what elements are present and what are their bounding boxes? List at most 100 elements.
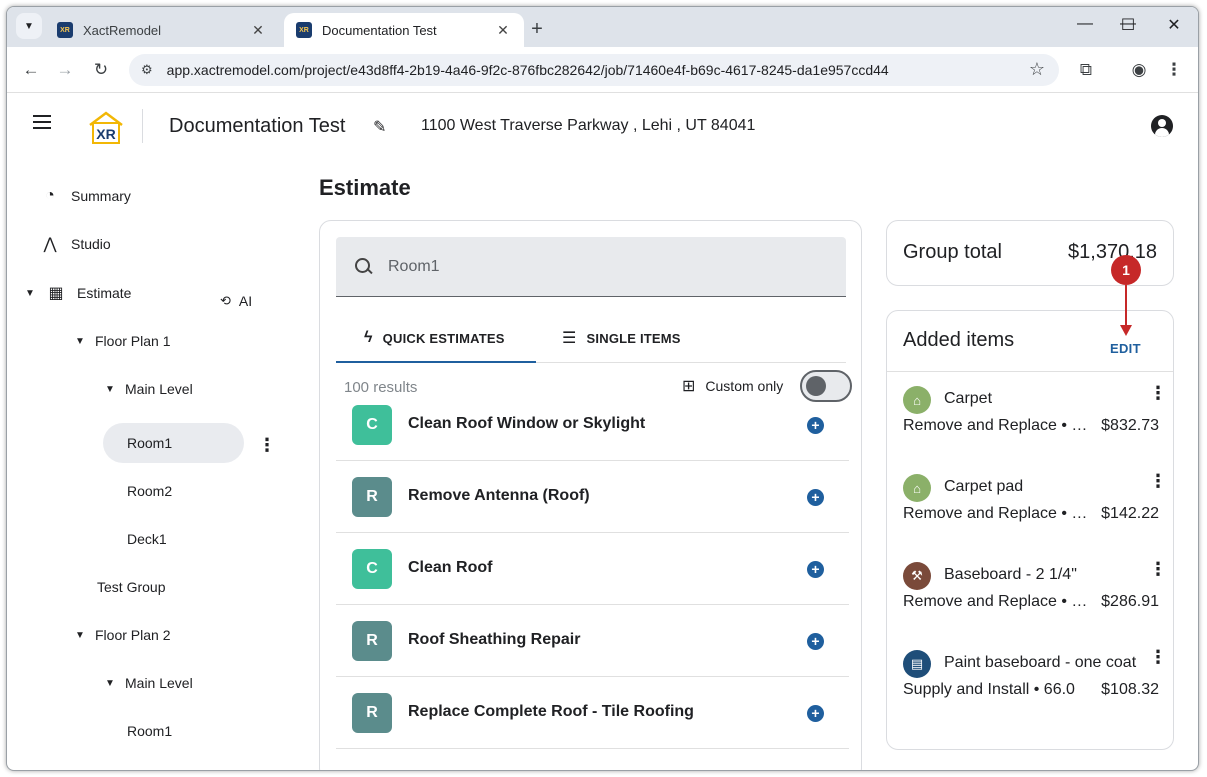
- back-arrow-icon[interactable]: ←: [19, 58, 43, 82]
- address-bar[interactable]: ⚙ app.xactremodel.com/project/e43d8ff4-2…: [129, 54, 1059, 86]
- maximize-icon[interactable]: ☐: [1113, 15, 1143, 35]
- browser-tab-xactremodel[interactable]: XR XactRemodel ✕: [45, 13, 279, 47]
- selected-room-highlight[interactable]: [103, 423, 244, 463]
- more-options-kebab-icon[interactable]: ⋮: [1149, 560, 1167, 578]
- tree-item-label: Room2: [127, 483, 173, 499]
- added-item-name: Carpet pad: [944, 478, 1024, 495]
- sidebar-item-estimate[interactable]: ▼ ▦ Estimate: [23, 273, 131, 313]
- quick-estimate-row[interactable]: R Replace Complete Roof - Tile Roofing +: [336, 677, 849, 749]
- room-options-kebab-icon[interactable]: ⋮: [258, 436, 276, 454]
- added-item-price: $286.91: [1101, 593, 1159, 610]
- caret-down-icon[interactable]: ▼: [73, 336, 87, 347]
- ai-button[interactable]: ⟲ AI: [220, 293, 252, 309]
- added-item-description: Remove and Replace • 66.0: [903, 593, 1093, 610]
- item-title: Replace Complete Roof - Tile Roofing: [408, 703, 694, 720]
- tree-item-label: Room1: [127, 435, 173, 451]
- sidebar-item-label: Summary: [71, 188, 131, 204]
- edit-pencil-icon[interactable]: ✎: [373, 117, 386, 137]
- item-title: Clean Roof Window or Skylight: [408, 415, 646, 432]
- group-total-label: Group total: [903, 241, 1002, 263]
- tree-item-room1[interactable]: Room1: [127, 423, 172, 463]
- svg-text:XR: XR: [96, 126, 115, 142]
- tree-item-label: Test Group: [97, 579, 166, 595]
- caret-down-icon[interactable]: ▼: [73, 630, 87, 641]
- caret-down-icon[interactable]: ▼: [103, 384, 117, 395]
- added-item-row[interactable]: ⌂ Carpet Remove and Replace • 33.3 $832.73 ⋮: [887, 372, 1173, 460]
- tree-item-deck1[interactable]: Deck1: [127, 519, 167, 559]
- tree-item-main-level-2[interactable]: ▼ Main Level: [103, 663, 193, 703]
- tab-single-items[interactable]: ☰ SINGLE ITEMS: [562, 315, 722, 361]
- search-input[interactable]: Room1: [336, 237, 846, 297]
- quick-estimate-row[interactable]: R Remove Antenna (Roof) +: [336, 461, 849, 533]
- reload-icon[interactable]: ↻: [89, 58, 113, 82]
- added-item-description: Remove and Replace • 33.3: [903, 417, 1093, 434]
- tree-item-room1-b[interactable]: Room1: [127, 711, 172, 751]
- tree-item-label: Floor Plan 2: [95, 627, 171, 643]
- tab-label: QUICK ESTIMATES: [382, 330, 505, 346]
- search-input-value[interactable]: Room1: [388, 258, 440, 276]
- tree-item-label: Room1: [127, 723, 173, 739]
- minimize-button[interactable]: —: [1070, 15, 1100, 33]
- sidebar-item-studio[interactable]: ⋀ Studio: [39, 224, 111, 264]
- new-tab-plus-icon[interactable]: +: [526, 18, 548, 41]
- quick-estimate-row[interactable]: C Clean Roof +: [336, 533, 849, 605]
- tree-item-main-level[interactable]: ▼ Main Level: [103, 369, 193, 409]
- tree-item-floor-plan-2[interactable]: ▼ Floor Plan 2: [73, 615, 170, 655]
- added-item-price: $108.32: [1101, 681, 1159, 698]
- tab-label: SINGLE ITEMS: [586, 330, 681, 346]
- added-item-row[interactable]: ▤ Paint baseboard - one coat Supply and In…: [887, 636, 1173, 724]
- account-circle-icon[interactable]: [1151, 115, 1173, 137]
- xr-favicon-icon: XR: [57, 22, 73, 38]
- bookmark-star-icon[interactable]: ☆: [1029, 59, 1045, 80]
- browser-toolbar: ← → ↻ ⚙ app.xactremodel.com/project/e43d…: [7, 47, 1198, 93]
- estimate-tabs: ϟ QUICK ESTIMATES ☰ SINGLE ITEMS: [336, 315, 846, 363]
- page-title: Estimate: [319, 175, 411, 200]
- tree-item-label: Main Level: [125, 675, 193, 691]
- site-settings-icon[interactable]: ⚙: [141, 62, 153, 78]
- quick-estimate-row[interactable]: R Roof Sheathing Repair +: [336, 605, 849, 677]
- close-icon[interactable]: ✕: [249, 22, 267, 39]
- more-options-kebab-icon[interactable]: ⋮: [1149, 472, 1167, 490]
- added-item-price: $142.22: [1101, 505, 1159, 522]
- profile-icon[interactable]: ◉: [1127, 58, 1151, 82]
- added-item-row[interactable]: ⌂ Carpet pad Remove and Replace • 33.3 $142…: [887, 460, 1173, 548]
- sidebar-item-summary[interactable]: ◔ Summary: [39, 176, 131, 216]
- add-circle-icon[interactable]: +: [807, 417, 824, 434]
- added-item-description: Supply and Install • 66.0: [903, 681, 1075, 698]
- tree-item-label: Main Level: [125, 381, 193, 397]
- add-circle-icon[interactable]: +: [807, 705, 824, 722]
- add-circle-icon[interactable]: +: [807, 561, 824, 578]
- forward-arrow-icon[interactable]: →: [53, 58, 77, 82]
- tab-search-button[interactable]: ▼: [16, 13, 42, 39]
- more-options-kebab-icon[interactable]: ⋮: [1149, 648, 1167, 666]
- xactremodel-logo: XR: [89, 111, 123, 144]
- project-title: Documentation Test: [169, 115, 346, 137]
- add-circle-icon[interactable]: +: [807, 633, 824, 650]
- item-title: Remove Antenna (Roof): [408, 487, 590, 504]
- close-window-icon[interactable]: ✕: [1159, 15, 1189, 35]
- caret-down-icon[interactable]: ▼: [103, 678, 117, 689]
- added-item-row[interactable]: ⚒ Baseboard - 2 1/4" Remove and Replace • …: [887, 548, 1173, 636]
- browser-menu-icon[interactable]: ⋮: [1162, 58, 1186, 82]
- more-options-kebab-icon[interactable]: ⋮: [1149, 384, 1167, 402]
- menu-icon[interactable]: [33, 115, 51, 129]
- quick-estimate-row[interactable]: C Clean Roof Window or Skylight +: [336, 389, 849, 461]
- add-circle-icon[interactable]: +: [807, 489, 824, 506]
- caret-down-icon[interactable]: ▼: [23, 288, 37, 299]
- calculator-icon: ▦: [48, 285, 64, 302]
- sidebar-item-label: Studio: [71, 236, 111, 252]
- tree-item-room2[interactable]: Room2: [127, 471, 172, 511]
- tree-item-test-group[interactable]: Test Group: [97, 567, 165, 607]
- item-title: Roof Sheathing Repair: [408, 631, 581, 648]
- edit-button[interactable]: EDIT: [1110, 341, 1141, 356]
- close-icon[interactable]: ✕: [494, 22, 512, 39]
- browser-tab-documentation-test[interactable]: XR Documentation Test ✕: [284, 13, 524, 47]
- tree-item-label: Deck1: [127, 531, 167, 547]
- tab-quick-estimates[interactable]: ϟ QUICK ESTIMATES: [336, 315, 536, 363]
- tab-title: Documentation Test: [322, 22, 437, 38]
- url-text[interactable]: app.xactremodel.com/project/e43d8ff4-2b1…: [167, 62, 889, 78]
- app-header: XR Documentation Test ✎ 1100 West Traver…: [7, 93, 1198, 157]
- tree-item-floor-plan-1[interactable]: ▼ Floor Plan 1: [73, 321, 170, 361]
- extensions-puzzle-icon[interactable]: ⧉: [1074, 58, 1098, 82]
- item-title: Clean Roof: [408, 559, 493, 576]
